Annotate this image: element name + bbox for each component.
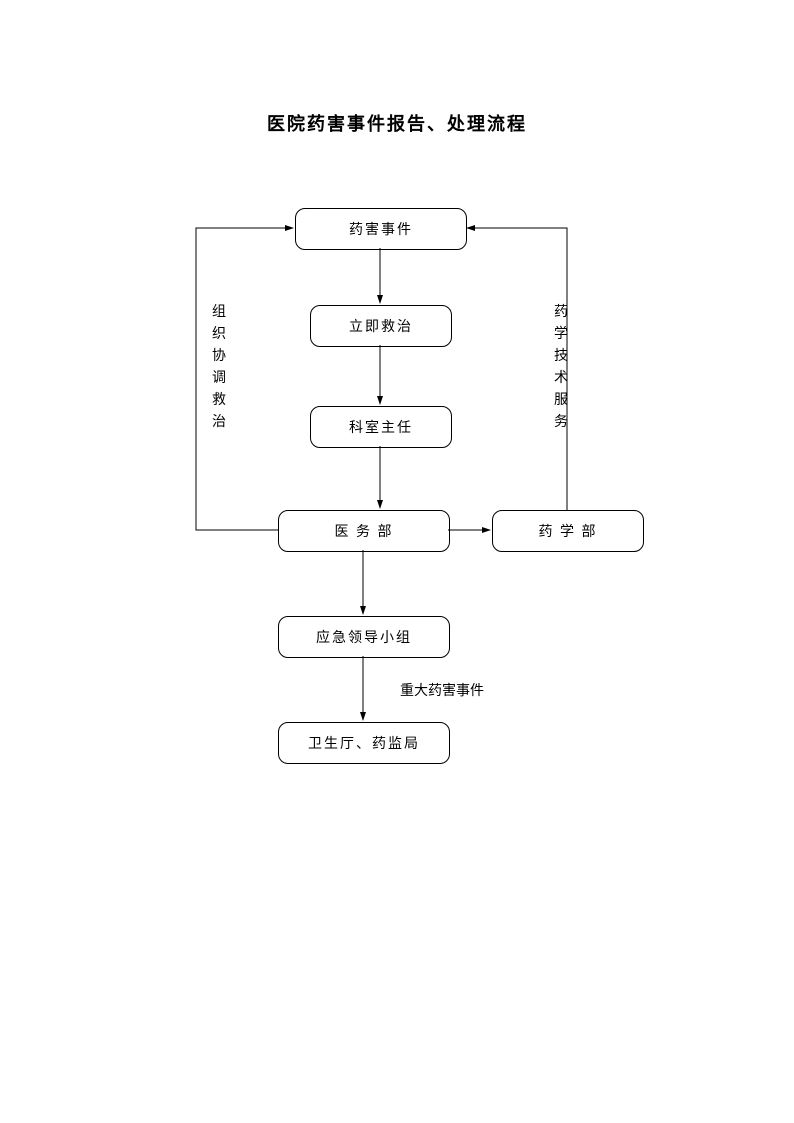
flowchart-arrows [0,0,794,1123]
